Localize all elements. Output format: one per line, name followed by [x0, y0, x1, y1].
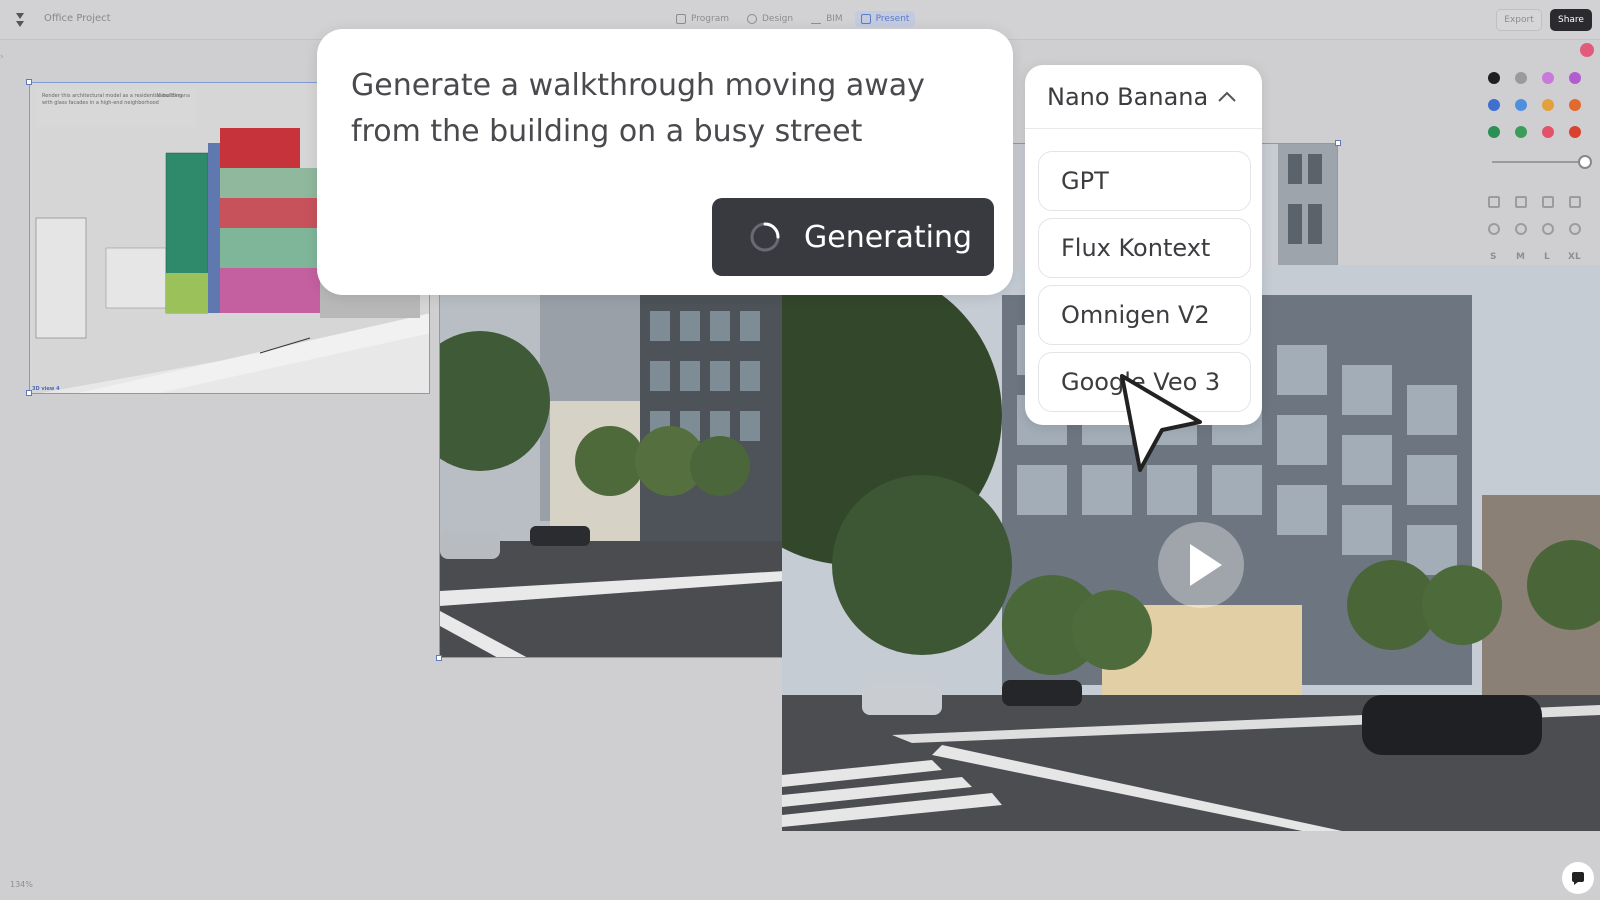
- color-swatch[interactable]: [1515, 99, 1527, 111]
- tab-design[interactable]: Design: [741, 11, 799, 27]
- fill-none-icon[interactable]: [1488, 196, 1500, 208]
- frame-label: 3D view 4: [32, 386, 60, 392]
- size-l[interactable]: L: [1544, 252, 1550, 262]
- color-swatch[interactable]: [1515, 126, 1527, 138]
- stroke-draw-icon[interactable]: [1569, 223, 1581, 235]
- loading-spinner-icon: [750, 222, 780, 252]
- tab-present-label: Present: [875, 14, 910, 24]
- present-icon: [860, 14, 871, 24]
- stroke-dotted-icon[interactable]: [1542, 223, 1554, 235]
- resize-handle[interactable]: [436, 655, 442, 661]
- color-swatch[interactable]: [1515, 72, 1527, 84]
- resize-handle[interactable]: [1335, 140, 1341, 146]
- size-m[interactable]: M: [1516, 252, 1525, 262]
- tab-bim[interactable]: BIM: [805, 11, 849, 27]
- sidebar-toggle[interactable]: ›: [0, 52, 12, 70]
- resize-handle[interactable]: [26, 79, 32, 85]
- stroke-solid-icon[interactable]: [1488, 223, 1500, 235]
- zoom-level[interactable]: 134%: [10, 880, 33, 889]
- color-swatch[interactable]: [1542, 126, 1554, 138]
- model-option-flux-kontext[interactable]: Flux Kontext: [1038, 218, 1251, 278]
- tab-bim-label: BIM: [826, 14, 843, 24]
- street-render-image: [440, 291, 783, 657]
- mode-switcher: Program Design BIM Present: [670, 11, 916, 27]
- color-swatch[interactable]: [1488, 126, 1500, 138]
- notification-dot[interactable]: [1580, 43, 1594, 57]
- tab-design-label: Design: [761, 14, 794, 24]
- color-swatch[interactable]: [1488, 72, 1500, 84]
- play-icon: [1190, 544, 1222, 586]
- chevron-up-icon: [1218, 91, 1236, 102]
- app-logo-icon[interactable]: [12, 11, 28, 29]
- generate-button-label: Generating: [804, 219, 973, 255]
- color-swatch[interactable]: [1569, 126, 1581, 138]
- model-select[interactable]: Nano Banana: [1025, 65, 1262, 129]
- chat-icon: [1572, 872, 1584, 885]
- color-swatch[interactable]: [1542, 99, 1554, 111]
- prompt-card: Generate a walkthrough moving away from …: [317, 29, 1013, 295]
- model-option-gpt[interactable]: GPT: [1038, 151, 1251, 211]
- fill-semi-icon[interactable]: [1515, 196, 1527, 208]
- color-swatch[interactable]: [1488, 99, 1500, 111]
- color-swatch[interactable]: [1569, 72, 1581, 84]
- building-icon: [811, 14, 822, 24]
- fill-pattern-icon[interactable]: [1569, 196, 1581, 208]
- tab-program-label: Program: [691, 14, 729, 24]
- export-button[interactable]: Export: [1496, 9, 1542, 31]
- color-swatch[interactable]: [1569, 99, 1581, 111]
- style-tool-panel: S M L XL: [1478, 58, 1600, 278]
- note-model-chip[interactable]: Nano Banana: [156, 93, 190, 100]
- resize-handle[interactable]: [26, 390, 32, 396]
- model-option-omnigen-v2[interactable]: Omnigen V2: [1038, 285, 1251, 345]
- tab-program[interactable]: Program: [670, 11, 735, 27]
- chat-button[interactable]: [1562, 862, 1594, 894]
- render-prompt-note[interactable]: Render this architectural model as a res…: [36, 89, 196, 127]
- canvas-frame-street-render[interactable]: [439, 290, 784, 658]
- play-video-button[interactable]: [1158, 522, 1244, 608]
- color-swatch[interactable]: [1542, 72, 1554, 84]
- share-button[interactable]: Share: [1550, 9, 1592, 31]
- shapes-icon: [746, 14, 757, 24]
- grid-icon: [676, 14, 686, 24]
- selected-model-label: Nano Banana: [1047, 82, 1209, 111]
- opacity-slider-knob[interactable]: [1578, 155, 1592, 169]
- stroke-dashed-icon[interactable]: [1515, 223, 1527, 235]
- project-name[interactable]: Office Project: [44, 13, 111, 24]
- size-s[interactable]: S: [1490, 252, 1496, 262]
- prompt-input[interactable]: Generate a walkthrough moving away from …: [351, 63, 991, 155]
- generate-button[interactable]: Generating: [712, 198, 994, 276]
- tab-present[interactable]: Present: [854, 11, 916, 27]
- mouse-cursor-icon: [1120, 374, 1202, 472]
- opacity-slider[interactable]: [1492, 161, 1584, 163]
- size-xl[interactable]: XL: [1568, 252, 1581, 262]
- fill-solid-icon[interactable]: [1542, 196, 1554, 208]
